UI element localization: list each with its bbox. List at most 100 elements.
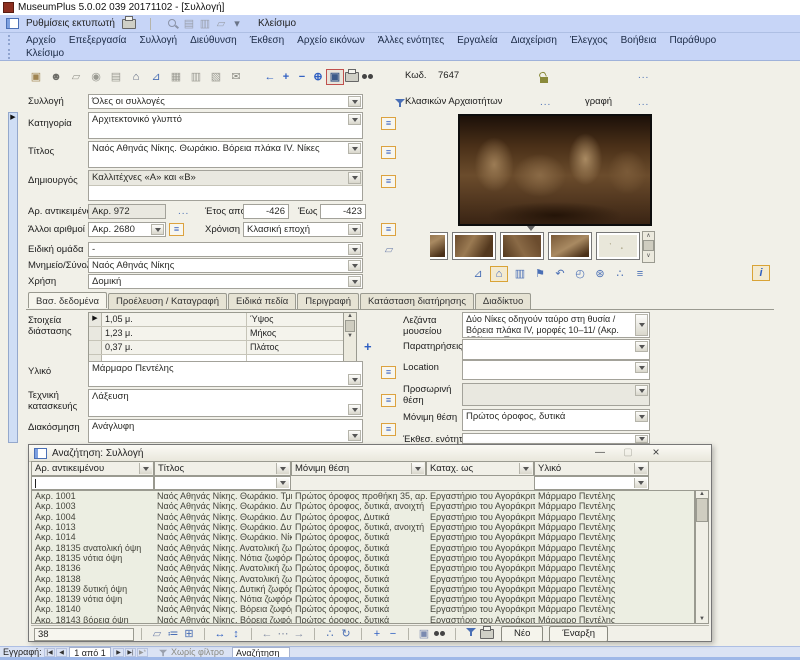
printer-settings-button[interactable]: Ρυθμίσεις εκτυπωτή [26, 18, 115, 29]
home-icon[interactable]: ⌂ [490, 266, 508, 282]
result-row[interactable]: Ακρ. 18136Ναός Αθηνάς Νίκης. Ανατολική ζ… [32, 563, 694, 573]
unlock-icon[interactable] [540, 77, 548, 83]
thumbnail[interactable] [500, 232, 544, 260]
start-button[interactable]: Έναρξη [549, 626, 608, 642]
chevron-down-icon[interactable] [348, 224, 361, 235]
report-icon[interactable]: ▥ [197, 17, 213, 31]
remarks-field[interactable] [462, 339, 650, 360]
nav-right-icon[interactable]: → [291, 627, 307, 641]
year-from-field[interactable]: -426 [243, 204, 289, 219]
dimension-value[interactable]: 1,05 μ. [102, 313, 247, 326]
result-row[interactable]: Ακρ. 18139 νότια όψηΝαός Αθηνάς Νίκης. Ν… [32, 594, 694, 604]
object-photo[interactable] [458, 114, 652, 226]
resize-h-icon[interactable]: ↔ [212, 627, 228, 641]
chevron-down-icon[interactable] [276, 463, 289, 474]
last-record-button[interactable]: ▶| [125, 648, 136, 657]
undo-icon[interactable]: ↶ [552, 267, 568, 281]
home-icon[interactable]: ⌂ [126, 70, 146, 84]
menu-item-9[interactable]: Έλεγχος [570, 35, 608, 46]
note-icon[interactable]: ▤ [106, 70, 126, 84]
tab-description[interactable]: Περιγραφή [297, 293, 359, 309]
tab-special-fields[interactable]: Ειδικά πεδία [228, 293, 296, 309]
chevron-down-icon[interactable] [635, 341, 648, 352]
special-group-field[interactable]: - [88, 242, 363, 257]
printer-icon[interactable] [344, 70, 360, 84]
material-list-icon[interactable] [381, 366, 396, 379]
results-scrollbar[interactable]: ▲▼ [695, 490, 709, 624]
chevron-down-icon[interactable] [634, 478, 647, 488]
chevron-down-icon[interactable] [348, 96, 361, 107]
result-row[interactable]: Ακρ. 18139 δυτική όψηΝαός Αθηνάς Νίκης. … [32, 584, 694, 594]
first-record-button[interactable]: |◀ [44, 648, 55, 657]
title-list-icon[interactable] [381, 146, 396, 159]
perm-location-field[interactable]: Πρώτος όροφος, δυτικά [462, 409, 650, 431]
list-small-icon[interactable]: ≔ [165, 627, 181, 641]
chevron-down-icon[interactable] [276, 478, 289, 488]
image-icon[interactable]: ▣ [416, 627, 432, 641]
filter-input-title[interactable] [154, 476, 291, 490]
monitor-icon[interactable]: ▣ [326, 69, 344, 85]
add-record-icon[interactable]: + [278, 70, 294, 84]
dimension-row[interactable]: 1,23 μ. Μήκος [89, 327, 356, 341]
chevron-down-icon[interactable] [635, 362, 648, 373]
column-header-perm-location[interactable]: Μόνιμη θέση [291, 461, 426, 476]
dimension-name[interactable]: Μήκος [247, 327, 346, 340]
dimensions-scrollbar[interactable]: ▲▼ [343, 313, 356, 366]
add-icon[interactable]: + [369, 627, 385, 641]
more-button[interactable]: ... [638, 72, 649, 80]
category-field[interactable]: Αρχιτεκτονικό γλυπτό [88, 112, 363, 139]
add-dimension-button[interactable]: + [364, 341, 372, 353]
record-selector-strip[interactable]: ▶ [8, 112, 18, 443]
filter-input-object-number[interactable] [31, 476, 154, 490]
result-row[interactable]: Ακρ. 18135 ανατολική όψηΝαός Αθηνάς Νίκη… [32, 542, 694, 552]
dating-field[interactable]: Κλασική εποχή [243, 222, 363, 237]
monument-field[interactable]: Ναός Αθηνάς Νίκης [88, 258, 363, 273]
hierarchy-icon[interactable]: ∴ [322, 627, 338, 641]
object-number-field[interactable]: Ακρ. 972 [88, 204, 166, 219]
chevron-down-icon[interactable] [348, 114, 361, 125]
tab-provenance[interactable]: Προέλευση / Καταγραφή [108, 293, 227, 309]
menu-item-1[interactable]: Επεξεργασία [69, 35, 127, 46]
column-header-object-number[interactable]: Αρ. αντικειμένου [31, 461, 154, 476]
dimension-name[interactable]: Πλάτος [247, 341, 346, 354]
caption-field[interactable]: Δύο Νίκες οδηγούν ταύρο στη θυσία / Βόρε… [462, 312, 650, 338]
menu-item-close[interactable]: Κλείσιμο [26, 48, 64, 59]
thumbnail[interactable] [430, 232, 448, 260]
tab-basic-data[interactable]: Βασ. δεδομένα [28, 292, 107, 308]
printer-icon[interactable] [122, 19, 136, 29]
collection-select[interactable]: Όλες οι συλλογές [88, 94, 363, 109]
info-icon[interactable]: i [752, 265, 770, 281]
stack-icon[interactable]: ▱ [381, 243, 397, 257]
remove-record-icon[interactable]: − [294, 70, 310, 84]
dimension-value[interactable]: 1,23 μ. [102, 327, 247, 340]
flag-icon[interactable]: ⚑ [532, 267, 548, 281]
decoration-list-icon[interactable] [381, 423, 396, 436]
menu-item-5[interactable]: Αρχείο εικόνων [297, 35, 365, 46]
chevron-down-icon[interactable] [348, 374, 361, 385]
use-field[interactable]: Δομική [88, 274, 363, 289]
more-icon[interactable]: ⋯ [275, 627, 291, 641]
column-header-title[interactable]: Τίτλος [154, 461, 291, 476]
chevron-down-icon[interactable] [139, 463, 152, 474]
creator-combo[interactable]: Καλλιτέχνες «Α» και «Β» [89, 171, 362, 186]
new-record-button[interactable]: ▶* [137, 648, 148, 657]
close-icon[interactable]: × [645, 447, 667, 459]
copy-icon[interactable]: ▱ [213, 17, 229, 31]
remove-icon[interactable]: − [385, 627, 401, 641]
decoration-field[interactable]: Ανάγλυφη [88, 419, 363, 443]
result-row[interactable]: Ακρ. 1003Ναός Αθηνάς Νίκης. Θωράκιο. Δυτ… [32, 501, 694, 511]
location-field[interactable] [462, 360, 650, 380]
menu-item-11[interactable]: Παράθυρο [669, 35, 716, 46]
column-header-material[interactable]: Υλικό [534, 461, 649, 476]
close-button[interactable]: Κλείσιμο [258, 18, 296, 29]
grid-icon[interactable]: ⊞ [181, 627, 197, 641]
more-button[interactable]: ... [638, 99, 649, 107]
more-button[interactable]: ... [540, 99, 551, 107]
list-icon[interactable]: ≡ [632, 267, 648, 281]
result-row[interactable]: Ακρ. 18143 βόρεια όψηΝαός Αθηνάς Νίκης. … [32, 615, 694, 624]
cards-icon[interactable]: ▱ [66, 70, 86, 84]
filter-icon[interactable] [395, 98, 406, 108]
chevron-down-icon[interactable] [348, 143, 361, 154]
dimension-value[interactable]: 0,37 μ. [102, 341, 247, 354]
category-list-icon[interactable] [381, 117, 396, 130]
